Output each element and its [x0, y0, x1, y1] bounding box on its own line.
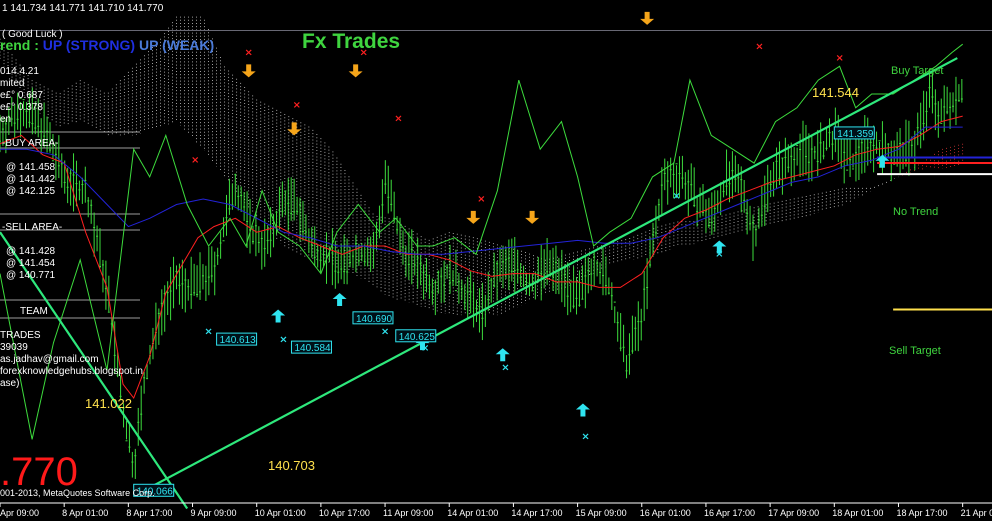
- sell-target-label: Sell Target: [889, 345, 941, 357]
- x-tick-label: 9 Apr 09:00: [191, 508, 237, 518]
- price-chart: ××××××××××××××××××140.613140.584140.6901…: [0, 0, 992, 518]
- x-tick-label: 18 Apr 01:00: [832, 508, 883, 518]
- info-line-5: en: [0, 114, 12, 125]
- copyright-text: 001-2013, MetaQuotes Software Corp.: [0, 488, 155, 498]
- contact-line-2: 39039: [0, 342, 28, 353]
- price-box-label: 141.359: [837, 129, 874, 140]
- buy-cross-icon: ×: [581, 431, 589, 442]
- sell-cross-icon: ×: [755, 42, 763, 53]
- x-tick-label: 10 Apr 17:00: [319, 508, 370, 518]
- contact-line-1: TRADES: [0, 330, 41, 341]
- sell-arrow-icon: [348, 64, 363, 78]
- buy-arrow-icon: [575, 403, 590, 417]
- x-tick-label: 16 Apr 17:00: [704, 508, 755, 518]
- buy-cross-icon: ×: [421, 343, 429, 354]
- sell-cross-icon: ×: [293, 100, 301, 111]
- indicator-line: [0, 126, 963, 255]
- buy-level-3: @ 142.125: [6, 186, 56, 197]
- x-tick-label: 14 Apr 17:00: [511, 508, 562, 518]
- sell-arrow-icon: [640, 11, 655, 25]
- level-140-703: 140.703: [268, 458, 315, 473]
- price-box-label: 140.613: [220, 335, 257, 346]
- buy-cross-icon: ×: [279, 335, 287, 346]
- info-line-4: e£° 0.378: [0, 102, 43, 113]
- sell-cross-icon: ×: [477, 194, 485, 205]
- buy-arrow-icon: [332, 292, 347, 306]
- sell-level-2: @ 141.454: [6, 258, 56, 269]
- sell-arrow-icon: [466, 210, 481, 224]
- contact-blog: forexknowledgehubs.blogspot.in: [0, 366, 143, 377]
- trend-line: [135, 57, 958, 496]
- buy-cross-icon: ×: [715, 249, 723, 260]
- trend-strong: UP (STRONG): [42, 37, 136, 53]
- page-title: Fx Trades: [302, 30, 401, 53]
- x-tick-label: 11 Apr 09:00: [383, 508, 433, 518]
- sell-arrow-icon: [241, 64, 256, 78]
- info-line-1: 014.4.21: [0, 66, 39, 77]
- sell-arrow-icon: [287, 122, 302, 136]
- ichimoku-cloud: [0, 16, 964, 316]
- price-box-label: 140.584: [294, 343, 331, 354]
- sell-cross-icon: ×: [191, 155, 199, 166]
- sell-level-1: @ 141.428: [6, 246, 56, 257]
- sell-area-label: -SELL AREA-: [2, 222, 63, 233]
- x-tick-label: 18 Apr 17:00: [896, 508, 947, 518]
- x-tick-label: 17 Apr 09:00: [768, 508, 819, 518]
- buy-level-2: @ 141.442: [6, 174, 56, 185]
- team-label: TEAM: [20, 306, 48, 317]
- x-tick-label: 10 Apr 01:00: [255, 508, 306, 518]
- x-tick-label: 21 Apr 09:00: [961, 508, 992, 518]
- x-tick-label: 14 Apr 01:00: [447, 508, 498, 518]
- contact-line-5: ase): [0, 378, 20, 389]
- indicator-line: [0, 115, 963, 400]
- price-box-label: 140.690: [356, 314, 393, 325]
- sell-cross-icon: ×: [835, 53, 843, 64]
- buy-cross-icon: ×: [501, 362, 509, 373]
- x-tick-label: 15 Apr 09:00: [576, 508, 627, 518]
- x-tick-label: Apr 09:00: [0, 508, 39, 518]
- buy-cross-icon: ×: [204, 326, 212, 337]
- ohlc-readout: 1 141.734 141.771 141.710 141.770: [2, 3, 164, 14]
- contact-email: as.jadhav@gmail.com: [0, 354, 99, 365]
- sell-cross-icon: ×: [646, 0, 654, 3]
- signal-markers: ××××××××××××××××××140.613140.584140.6901…: [133, 0, 890, 497]
- buy-arrow-icon: [495, 348, 510, 362]
- x-tick-label: 8 Apr 01:00: [62, 508, 108, 518]
- buy-level-1: @ 141.458: [6, 162, 56, 173]
- price-box-label: 140.625: [399, 332, 436, 343]
- level-141-022: 141.022: [85, 396, 132, 411]
- sell-arrow-icon: [525, 210, 540, 224]
- time-axis: Apr 09:00 8 Apr 01:00 8 Apr 17:00 9 Apr 09:…: [0, 502, 992, 518]
- info-line-3: e£° 0.687: [0, 90, 43, 101]
- x-tick-label: 8 Apr 17:00: [126, 508, 172, 518]
- level-141-544: 141.544: [812, 85, 859, 100]
- x-tick-label: 16 Apr 01:00: [640, 508, 691, 518]
- buy-arrow-icon: [271, 309, 286, 323]
- sell-cross-icon: ×: [394, 114, 402, 125]
- buy-cross-icon: ×: [381, 326, 389, 337]
- trend-status: rend : UP (STRONG) UP (WEAK): [0, 37, 214, 53]
- trend-lines: [0, 57, 958, 510]
- sell-cross-icon: ×: [244, 47, 252, 58]
- buy-target-label: Buy Target: [891, 65, 944, 77]
- sell-level-3: @ 140.771: [6, 270, 56, 281]
- no-trend-label: No Trend: [893, 206, 939, 218]
- trend-prefix: rend :: [0, 37, 43, 53]
- buy-cross-icon: ×: [672, 191, 680, 202]
- info-line-2: mited: [0, 78, 25, 89]
- trend-weak: UP (WEAK): [138, 37, 215, 53]
- buy-area-label: -BUY AREA-: [2, 138, 59, 149]
